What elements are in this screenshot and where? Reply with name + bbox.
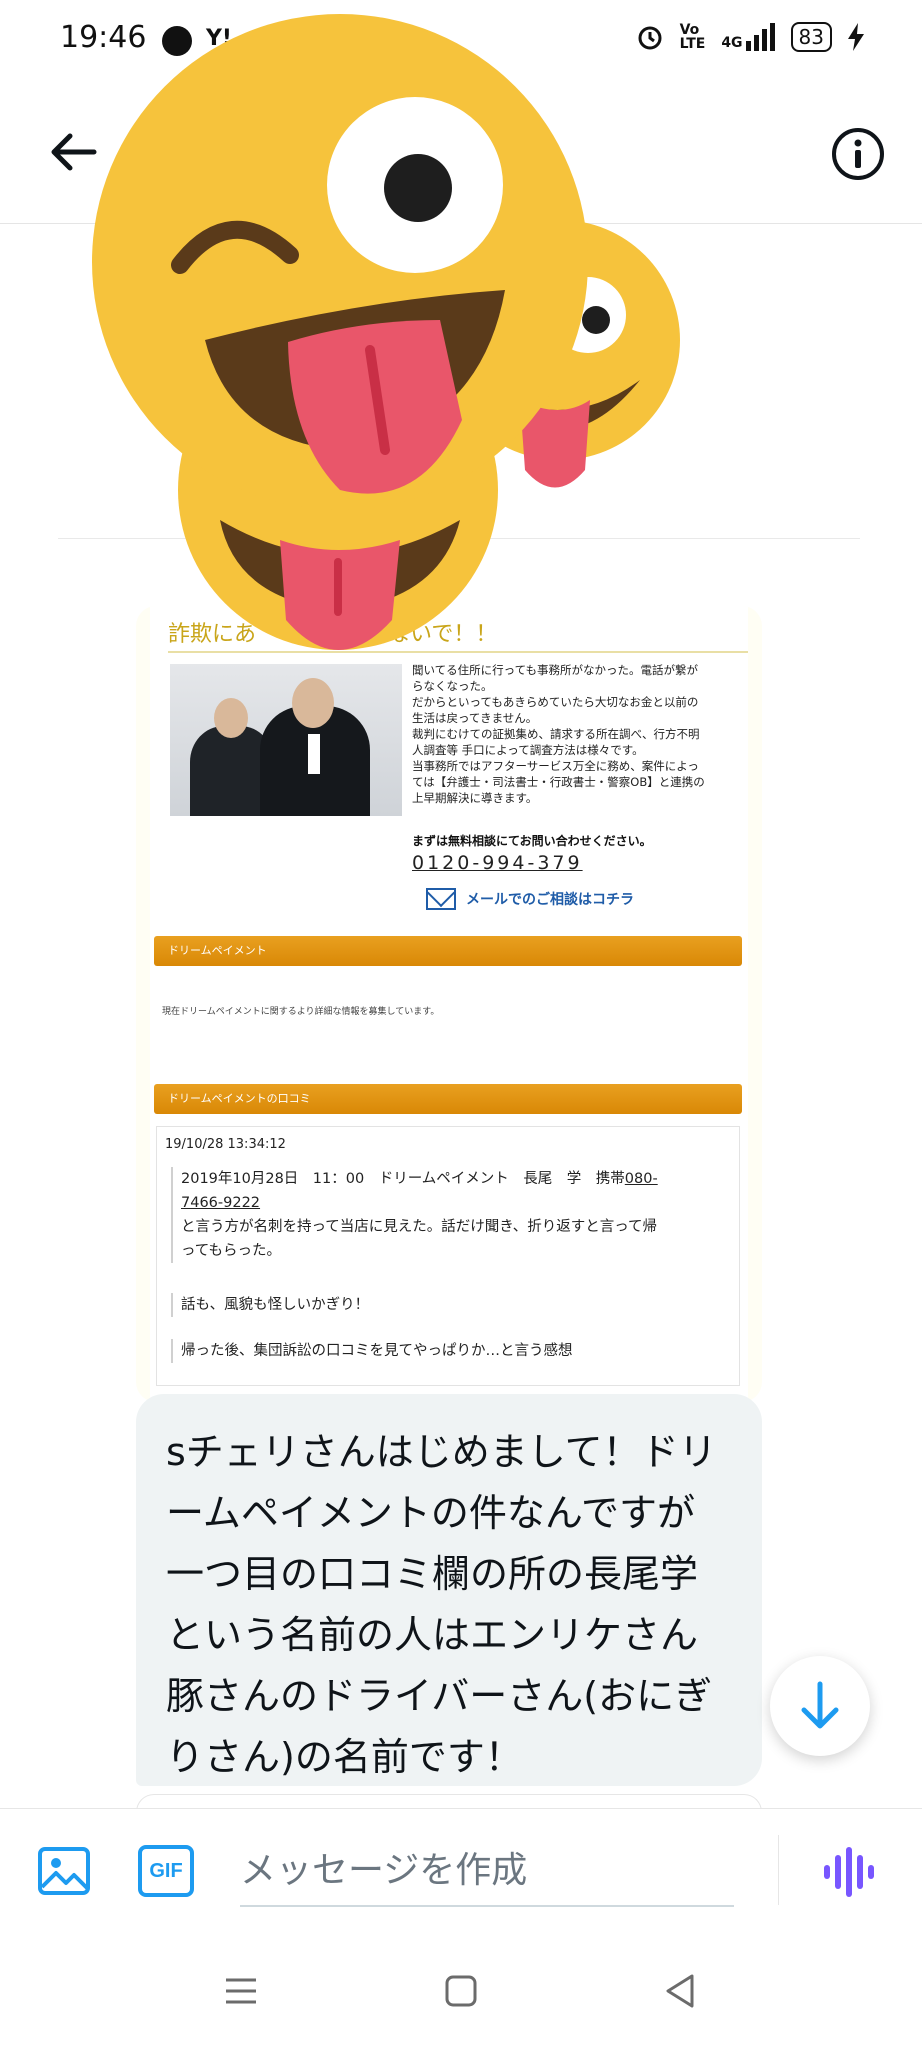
gif-button[interactable]: GIF	[138, 1845, 194, 1897]
body-line: 上早期解決に導きます。	[412, 791, 538, 805]
timeline-divider	[58, 538, 860, 539]
screenshot-mail-link: メールでのご相談はコチラ	[426, 888, 634, 910]
review-line: 帰った後、集団訴訟の口コミを見てやっぱりか…と言う感想	[171, 1339, 727, 1363]
home-square-icon[interactable]	[438, 1968, 484, 2014]
alarm-icon	[638, 26, 662, 50]
review-box: 19/10/28 13:34:12 2019年10月28日 11：00 ドリーム…	[156, 1126, 740, 1386]
review-line: 話も、風貌も怪しいかぎり！	[171, 1293, 727, 1317]
message-text: sチェリさんはじめまして！ドリームペイメントの件なんですが一つ目の口コミ欄の所の…	[166, 1430, 717, 1779]
section-header: ドリームペイメントの口コミ	[154, 1084, 742, 1114]
arrow-down-icon	[801, 1681, 839, 1729]
body-line: だからといってもあきらめていたら大切なお金と以前の	[412, 695, 699, 709]
back-triangle-icon[interactable]	[658, 1968, 704, 2014]
battery-indicator: 83	[790, 22, 832, 52]
body-line: 当事務所ではアフターサービス万全に務め、案件によっ	[412, 759, 699, 773]
review-line: 2019年10月28日 11：00 ドリームペイメント 長尾 学 携帯080- …	[171, 1167, 727, 1263]
body-line: 人調査等 手口によって調査方法は様々です。	[412, 743, 644, 757]
status-bar: 19:46 Y! Vo LTE 4G 83	[0, 0, 922, 84]
screenshot-title: 詐欺にあ らないで！！	[168, 622, 498, 647]
screenshot-phone: 0120-994-379	[412, 852, 583, 874]
4g-signal-icon: 4G	[721, 23, 775, 51]
composer-separator	[778, 1835, 779, 1905]
system-nav-bar	[0, 1930, 922, 2048]
title-rule	[168, 651, 748, 653]
conversation-header	[0, 84, 922, 224]
message-input[interactable]	[240, 1835, 734, 1907]
screenshot-cta: まずは無料相談にてお問い合わせください。	[412, 834, 652, 848]
charging-icon	[848, 23, 864, 51]
section-note: 現在ドリームペイメントに関するより詳細な情報を募集しています。	[162, 1007, 440, 1017]
body-line: 裁判にむけての証拠集め、請求する所在調べ、行方不明	[412, 727, 700, 741]
voice-waveform-icon[interactable]	[820, 1845, 880, 1899]
mail-link-label: メールでのご相談はコチラ	[466, 892, 634, 908]
arrow-left-icon[interactable]	[46, 126, 98, 178]
screenshot-content: 詐欺にあ らないで！！ 聞いてる住所に行っても事務所がなかった。電話が繋が らな…	[150, 606, 748, 1402]
status-indicators: Vo LTE 4G 83	[636, 22, 864, 52]
info-icon[interactable]	[830, 126, 886, 182]
yahoo-icon: Y!	[206, 26, 232, 51]
image-icon[interactable]	[36, 1843, 92, 1899]
body-line: 生活は戻ってきません。	[412, 711, 538, 725]
screenshot-body: 聞いてる住所に行っても事務所がなかった。電話が繋が らなくなった。 だからといっ…	[412, 662, 742, 806]
message-composer: GIF	[0, 1808, 922, 1930]
section-header: ドリームペイメント	[154, 936, 742, 966]
menu-icon[interactable]	[218, 1968, 264, 2014]
status-time: 19:46	[60, 20, 147, 55]
message-bubble[interactable]: sチェリさんはじめまして！ドリームペイメントの件なんですが一つ目の口コミ欄の所の…	[136, 1394, 762, 1786]
line-icon	[162, 26, 192, 56]
body-line: 聞いてる住所に行っても事務所がなかった。電話が繋が	[412, 663, 699, 677]
business-photo	[170, 664, 402, 816]
volte-icon: Vo LTE	[679, 22, 706, 52]
body-line: らなくなった。	[412, 679, 493, 693]
mail-icon	[426, 888, 456, 910]
body-line: ては【弁護士・司法書士・行政書士・警察OB】と連携の	[412, 775, 705, 789]
review-date: 19/10/28 13:34:12	[165, 1137, 286, 1152]
scroll-to-bottom-button[interactable]	[770, 1656, 870, 1756]
attached-screenshot[interactable]: 詐欺にあ らないで！！ 聞いてる住所に行っても事務所がなかった。電話が繋が らな…	[136, 606, 762, 1402]
